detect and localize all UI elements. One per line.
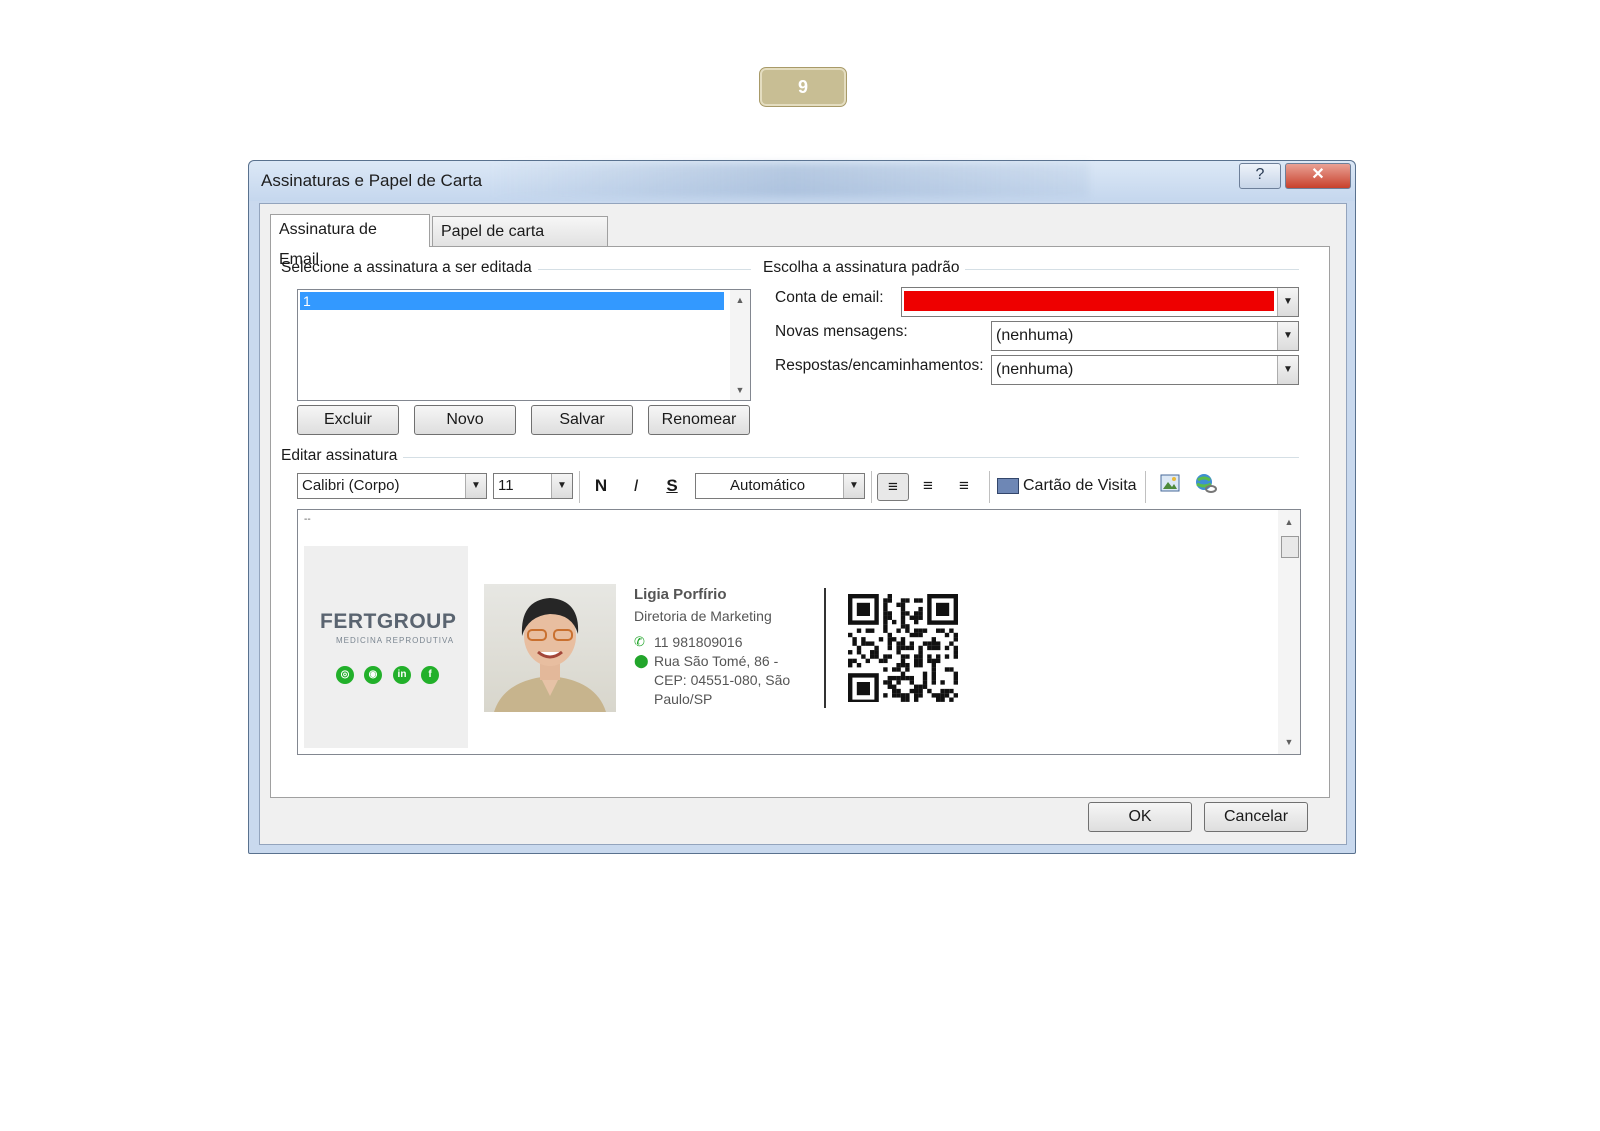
color-value: Automático — [730, 477, 806, 494]
dialog-titlebar[interactable]: Assinaturas e Papel de Carta ? ✕ — [249, 161, 1355, 201]
new-messages-select[interactable]: (nenhuma) ▼ — [991, 321, 1299, 351]
dialog-title: Assinaturas e Papel de Carta — [261, 171, 483, 190]
chevron-down-icon[interactable]: ▼ — [1277, 322, 1298, 350]
qr-code — [848, 594, 958, 702]
chevron-down-icon[interactable]: ▼ — [465, 474, 486, 498]
business-card-icon — [997, 477, 1019, 494]
toolbar-separator — [1145, 471, 1146, 503]
facebook-icon[interactable]: f — [421, 666, 439, 684]
tab-panel: Selecione a assinatura a ser editada 1 ▲… — [270, 246, 1330, 798]
select-signature-label: Selecione a assinatura a ser editada — [281, 259, 538, 277]
replies-label: Respostas/encaminhamentos: — [775, 357, 984, 374]
align-left-icon[interactable]: ≡ — [877, 473, 909, 501]
signature-divider — [824, 588, 826, 708]
contact-address-line3: Paulo/SP — [654, 691, 713, 707]
toolbar-separator — [989, 471, 990, 503]
linkedin-icon[interactable]: in — [393, 666, 411, 684]
globe-icon[interactable]: ◎ — [336, 666, 354, 684]
page-number-badge: 9 — [760, 68, 846, 106]
new-messages-label: Novas mensagens: — [775, 323, 908, 340]
tab-email-signature[interactable]: Assinatura de Email — [270, 214, 430, 268]
default-signature-label: Escolha a assinatura padrão — [763, 259, 966, 277]
scroll-up-icon[interactable]: ▲ — [730, 292, 750, 308]
email-account-select[interactable]: ▼ — [901, 287, 1299, 317]
toolbar-separator — [579, 471, 580, 503]
contact-address-line2: CEP: 04551-080, São — [654, 672, 791, 688]
scroll-thumb[interactable] — [1281, 536, 1299, 558]
instagram-icon[interactable]: ◉ — [364, 666, 382, 684]
insert-hyperlink-icon[interactable] — [1191, 473, 1221, 499]
signature-list-item[interactable]: 1 — [300, 292, 724, 310]
signature-listbox[interactable]: 1 ▲ ▼ — [297, 289, 751, 401]
contact-name: Ligia Porfírio — [634, 586, 727, 603]
company-logo: FERTGROUP — [320, 610, 457, 633]
cancel-button[interactable]: Cancelar — [1204, 802, 1308, 832]
scroll-down-icon[interactable]: ▼ — [730, 382, 750, 398]
signature-editor[interactable]: -- FERTGROUP MEDICINA REPRODUTIVA ◎ ◉ in… — [297, 509, 1301, 755]
align-right-icon[interactable]: ≡ — [949, 473, 979, 499]
scroll-up-icon[interactable]: ▲ — [1278, 514, 1300, 530]
delete-button[interactable]: Excluir — [297, 405, 399, 435]
company-tagline: MEDICINA REPRODUTIVA — [336, 636, 455, 645]
font-select[interactable]: Calibri (Corpo) ▼ — [297, 473, 487, 499]
insert-picture-icon[interactable] — [1155, 473, 1185, 499]
italic-button[interactable]: I — [621, 473, 651, 499]
font-size-value: 11 — [498, 477, 514, 494]
new-button[interactable]: Novo — [414, 405, 516, 435]
chevron-down-icon[interactable]: ▼ — [551, 474, 572, 498]
rename-button[interactable]: Renomear — [648, 405, 750, 435]
listbox-scrollbar[interactable]: ▲ ▼ — [730, 290, 750, 400]
location-pin-icon: ⬤ — [634, 653, 649, 668]
signature-marker: -- — [304, 514, 311, 525]
bold-button[interactable]: N — [586, 473, 616, 499]
edit-signature-label: Editar assinatura — [281, 447, 404, 465]
tab-personal-stationery[interactable]: Papel de carta pessoal — [432, 216, 608, 270]
ok-button[interactable]: OK — [1088, 802, 1192, 832]
dialog-client-area: Assinatura de Email Papel de carta pesso… — [259, 203, 1347, 845]
signatures-dialog: Assinaturas e Papel de Carta ? ✕ Assinat… — [248, 160, 1356, 854]
signature-logo-panel: FERTGROUP MEDICINA REPRODUTIVA ◎ ◉ in f — [304, 546, 468, 748]
font-size-select[interactable]: 11 ▼ — [493, 473, 573, 499]
replies-value: (nenhuma) — [996, 361, 1074, 378]
chevron-down-icon[interactable]: ▼ — [1277, 288, 1298, 316]
blurred-background-text — [489, 163, 1089, 197]
help-button[interactable]: ? — [1239, 163, 1281, 189]
toolbar-separator — [871, 471, 872, 503]
group-divider — [281, 457, 1299, 458]
new-messages-value: (nenhuma) — [996, 327, 1074, 344]
email-account-label: Conta de email: — [775, 289, 884, 306]
profile-photo — [484, 584, 616, 712]
scroll-down-icon[interactable]: ▼ — [1278, 734, 1300, 750]
font-value: Calibri (Corpo) — [302, 477, 400, 494]
color-select[interactable]: Automático ▼ — [695, 473, 865, 499]
redacted-email-bar — [904, 291, 1274, 311]
contact-address-line1: Rua São Tomé, 86 - — [654, 653, 779, 669]
underline-button[interactable]: S — [657, 473, 687, 499]
editor-scrollbar[interactable]: ▲ ▼ — [1278, 510, 1300, 754]
replies-select[interactable]: (nenhuma) ▼ — [991, 355, 1299, 385]
chevron-down-icon[interactable]: ▼ — [1277, 356, 1298, 384]
contact-phone: 11 981809016 — [654, 634, 743, 650]
close-button[interactable]: ✕ — [1285, 163, 1351, 189]
business-card-button[interactable]: Cartão de Visita — [997, 473, 1137, 499]
save-button[interactable]: Salvar — [531, 405, 633, 435]
phone-icon: ✆ — [634, 634, 645, 649]
business-card-label: Cartão de Visita — [1023, 477, 1137, 494]
align-center-icon[interactable]: ≡ — [913, 473, 943, 499]
chevron-down-icon[interactable]: ▼ — [843, 474, 864, 498]
contact-role: Diretoria de Marketing — [634, 608, 772, 624]
